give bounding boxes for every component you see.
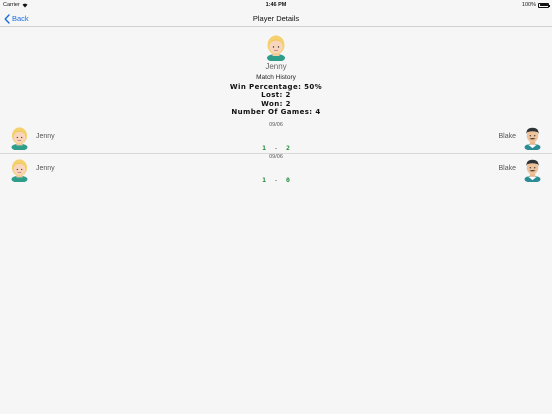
status-battery: 100%: [521, 2, 550, 8]
score-separator: -: [274, 144, 278, 152]
right-player-name: Blake: [498, 165, 516, 172]
left-player-name: Jenny: [36, 133, 55, 140]
right-score: 2: [285, 144, 290, 152]
left-player-name: Jenny: [36, 165, 55, 172]
mustache-man-avatar-icon: [524, 159, 541, 182]
games-count: Number Of Games: 4: [231, 107, 321, 116]
match-score: 1-2: [0, 144, 552, 152]
match-date: 09/06: [269, 122, 283, 128]
navigation-bar: Back Player Details: [0, 10, 552, 27]
match-row[interactable]: 09/06 Jenny 1-0 Blake: [0, 154, 552, 186]
score-separator: -: [274, 176, 278, 184]
mustache-man-avatar-icon: [524, 127, 541, 150]
lost-count: Lost: 2: [261, 91, 291, 100]
left-score: 1: [262, 144, 267, 152]
match-row[interactable]: 09/06 Jenny 1-2 Blake: [0, 122, 552, 154]
match-date: 09/06: [269, 154, 283, 160]
player-name: Jenny: [265, 62, 287, 71]
right-score: 0: [285, 176, 290, 184]
match-score: 1-0: [0, 176, 552, 184]
stats-block: Win Percentage: 50% Lost: 2 Won: 2 Numbe…: [0, 83, 552, 116]
blonde-girl-avatar-icon: [267, 35, 285, 61]
status-time: 1:46 PM: [265, 2, 287, 8]
status-bar: Carrier 1:46 PM 100%: [0, 0, 552, 10]
right-player-name: Blake: [498, 133, 516, 140]
won-count: Won: 2: [261, 99, 291, 108]
battery-percent: 100%: [521, 2, 536, 8]
battery-icon: [538, 2, 550, 8]
player-header: Jenny Match History Win Percentage: 50% …: [0, 33, 552, 116]
match-history-title: Match History: [256, 74, 296, 81]
page-title: Player Details: [252, 14, 300, 23]
win-percentage: Win Percentage: 50%: [229, 83, 323, 91]
left-score: 1: [262, 176, 267, 184]
